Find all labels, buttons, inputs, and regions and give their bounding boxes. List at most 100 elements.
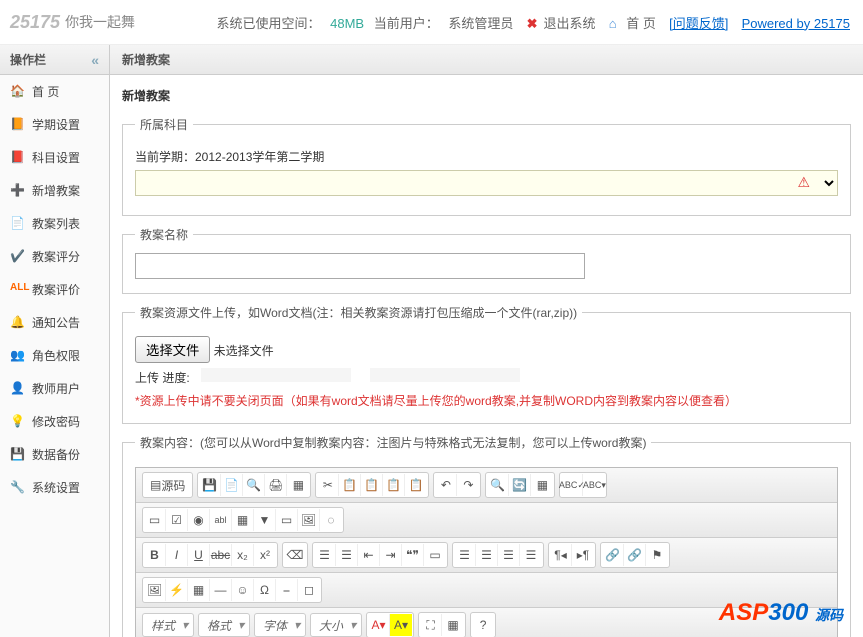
- selectall-icon[interactable]: ▦: [531, 474, 553, 496]
- outdent-icon[interactable]: ⇤: [358, 544, 380, 566]
- sidebar-item-label: 首 页: [32, 83, 59, 100]
- fieldset-upload: 教案资源文件上传，如Word文档(注：相关教案资源请打包压缩成一个文件(rar,…: [122, 304, 851, 424]
- sidebar-item-teacher[interactable]: 👤教师用户: [0, 372, 109, 405]
- sidebar-item-settings[interactable]: 🔧系统设置: [0, 471, 109, 504]
- sidebar-item-home[interactable]: 🏠 首 页: [0, 75, 109, 108]
- watermark: ASP300 源码: [719, 599, 843, 627]
- anchor-icon[interactable]: ⚑: [646, 544, 668, 566]
- sidebar-item-pwd[interactable]: 💡修改密码: [0, 405, 109, 438]
- newpage-icon[interactable]: 📄: [221, 474, 243, 496]
- collapse-icon[interactable]: «: [91, 45, 99, 74]
- copy-icon[interactable]: 📋: [339, 474, 361, 496]
- undo-icon[interactable]: ↶: [435, 474, 457, 496]
- removeformat-icon[interactable]: ⌫: [284, 544, 306, 566]
- font-select[interactable]: 字体: [254, 613, 306, 637]
- pagebreak-icon[interactable]: ⎯: [276, 579, 298, 601]
- powered-link[interactable]: Powered by 25175: [742, 16, 850, 31]
- sidebar-item-label: 系统设置: [32, 479, 80, 496]
- textarea-icon[interactable]: ▦: [232, 509, 254, 531]
- sidebar-item-newplan[interactable]: ➕新增教案: [0, 174, 109, 207]
- sidebar-item-notice[interactable]: 🔔通知公告: [0, 306, 109, 339]
- sidebar-item-backup[interactable]: 💾数据备份: [0, 438, 109, 471]
- home-icon: ⌂: [609, 16, 617, 31]
- link-icon[interactable]: 🔗: [602, 544, 624, 566]
- spellcheck-icon[interactable]: ABC✓: [561, 474, 583, 496]
- italic-icon[interactable]: I: [166, 544, 188, 566]
- sidebar-item-term[interactable]: 📙学期设置: [0, 108, 109, 141]
- superscript-icon[interactable]: x²: [254, 544, 276, 566]
- imagebutton-icon[interactable]: 🖼: [298, 509, 320, 531]
- underline-icon[interactable]: U: [188, 544, 210, 566]
- blockquote-icon[interactable]: ❝❞: [402, 544, 424, 566]
- textcolor-icon[interactable]: A▾: [368, 614, 390, 636]
- align-right-icon[interactable]: ☰: [498, 544, 520, 566]
- sidebar-item-subject[interactable]: 📕科目设置: [0, 141, 109, 174]
- bullist-icon[interactable]: ☰: [336, 544, 358, 566]
- format-select[interactable]: 格式: [198, 613, 250, 637]
- sidebar-item-label: 数据备份: [32, 446, 80, 463]
- image-icon[interactable]: 🖼: [144, 579, 166, 601]
- unlink-icon[interactable]: 🔗: [624, 544, 646, 566]
- home-icon: 🏠: [10, 84, 26, 100]
- sidebar-item-planlist[interactable]: 📄教案列表: [0, 207, 109, 240]
- find-icon[interactable]: 🔍: [487, 474, 509, 496]
- sidebar-item-role[interactable]: 👥角色权限: [0, 339, 109, 372]
- showblocks-icon[interactable]: ▦: [442, 614, 464, 636]
- subject-select[interactable]: [135, 170, 838, 196]
- logout-link[interactable]: 退出系统: [544, 16, 596, 31]
- style-select[interactable]: 样式: [142, 613, 194, 637]
- form-icon[interactable]: ▭: [144, 509, 166, 531]
- indent-icon[interactable]: ⇥: [380, 544, 402, 566]
- choose-file-button[interactable]: 选择文件: [135, 336, 210, 363]
- content: 新增教案 新增教案 所属科目 当前学期：2012-2013学年第二学期 ⚠ 教案…: [110, 45, 863, 637]
- cut-icon[interactable]: ✂: [317, 474, 339, 496]
- preview-icon[interactable]: 🔍: [243, 474, 265, 496]
- template-icon[interactable]: ▦: [287, 474, 309, 496]
- plan-name-input[interactable]: [135, 253, 585, 279]
- sidebar-item-label: 教案评分: [32, 248, 80, 265]
- align-center-icon[interactable]: ☰: [476, 544, 498, 566]
- subscript-icon[interactable]: x₂: [232, 544, 254, 566]
- save-icon[interactable]: 💾: [199, 474, 221, 496]
- feedback-link[interactable]: [问题反馈]: [669, 16, 728, 31]
- paste-word-icon[interactable]: 📋: [405, 474, 427, 496]
- hidden-icon[interactable]: ◌: [320, 509, 342, 531]
- hr-icon[interactable]: —: [210, 579, 232, 601]
- bold-icon[interactable]: B: [144, 544, 166, 566]
- table-icon[interactable]: ▦: [188, 579, 210, 601]
- flash-icon[interactable]: ⚡: [166, 579, 188, 601]
- fieldset-subject: 所属科目 当前学期：2012-2013学年第二学期 ⚠: [122, 116, 851, 216]
- toolbar-row-1: ▤ 源码 💾📄🔍🖨▦ ✂📋📋📋📋 ↶↷ 🔍🔄▦ ABC✓ABC▾: [136, 468, 837, 503]
- div-icon[interactable]: ▭: [424, 544, 446, 566]
- sidebar-item-label: 教师用户: [32, 380, 80, 397]
- button-icon[interactable]: ▭: [276, 509, 298, 531]
- replace-icon[interactable]: 🔄: [509, 474, 531, 496]
- size-select[interactable]: 大小: [310, 613, 362, 637]
- strike-icon[interactable]: abc: [210, 544, 232, 566]
- smiley-icon[interactable]: ☺: [232, 579, 254, 601]
- redo-icon[interactable]: ↷: [457, 474, 479, 496]
- home-link[interactable]: 首 页: [626, 16, 656, 31]
- bgcolor-icon[interactable]: A▾: [390, 614, 412, 636]
- paste-icon[interactable]: 📋: [361, 474, 383, 496]
- textfield-icon[interactable]: abl: [210, 509, 232, 531]
- radio-icon[interactable]: ◉: [188, 509, 210, 531]
- ltr-icon[interactable]: ¶◂: [550, 544, 572, 566]
- rtl-icon[interactable]: ▸¶: [572, 544, 594, 566]
- print-icon[interactable]: 🖨: [265, 474, 287, 496]
- scayt-icon[interactable]: ABC▾: [583, 474, 605, 496]
- about-icon[interactable]: ?: [472, 614, 494, 636]
- sidebar-item-score[interactable]: ✔️教案评分: [0, 240, 109, 273]
- align-left-icon[interactable]: ☰: [454, 544, 476, 566]
- source-button[interactable]: ▤ 源码: [144, 474, 191, 496]
- sidebar-item-label: 科目设置: [32, 149, 80, 166]
- specialchar-icon[interactable]: Ω: [254, 579, 276, 601]
- maximize-icon[interactable]: ⛶: [420, 614, 442, 636]
- sidebar-item-eval[interactable]: ALL教案评价: [0, 273, 109, 306]
- align-justify-icon[interactable]: ☰: [520, 544, 542, 566]
- iframe-icon[interactable]: ◻: [298, 579, 320, 601]
- select-icon[interactable]: ▼: [254, 509, 276, 531]
- paste-text-icon[interactable]: 📋: [383, 474, 405, 496]
- numlist-icon[interactable]: ☰: [314, 544, 336, 566]
- checkbox-icon[interactable]: ☑: [166, 509, 188, 531]
